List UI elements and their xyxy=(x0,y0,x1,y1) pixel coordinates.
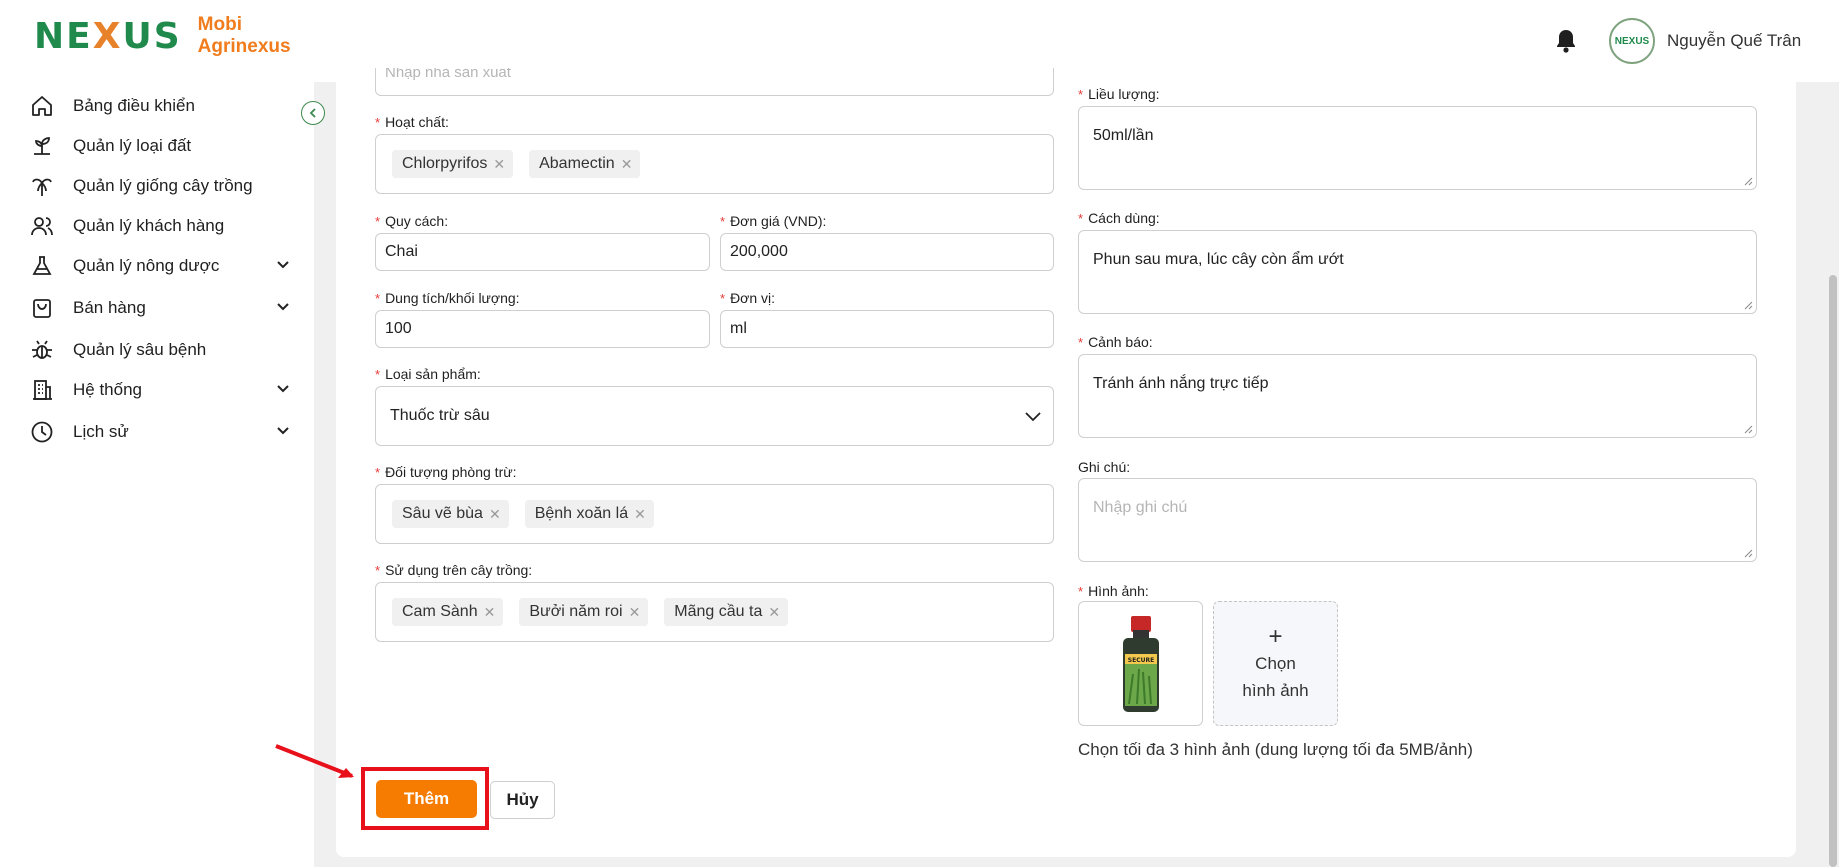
user-name[interactable]: Nguyễn Quế Trân xyxy=(1667,31,1801,51)
volume-input[interactable]: 100 xyxy=(375,310,710,348)
avatar[interactable]: NEXUS xyxy=(1609,18,1655,64)
annotation-arrow-icon xyxy=(275,744,354,778)
resize-handle-icon[interactable] xyxy=(1743,300,1753,310)
unit-price-input[interactable]: 200,000 xyxy=(720,233,1054,271)
palm-tree-icon xyxy=(32,178,52,196)
shopping-bag-icon xyxy=(33,299,51,318)
app-logo[interactable]: NEXUS Mobi Agrinexus xyxy=(34,14,291,58)
resize-handle-icon[interactable] xyxy=(1743,176,1753,186)
brand-name: Mobi Agrinexus xyxy=(197,14,291,57)
images-label: * Hình ảnh: xyxy=(1078,583,1149,599)
scrollbar-thumb[interactable] xyxy=(1829,275,1837,867)
logo-wordmark: NEXUS xyxy=(34,15,182,57)
target-pests-select[interactable]: Sâu vẽ bùa ✕ Bệnh xoăn lá ✕ xyxy=(375,484,1054,544)
crops-select[interactable]: Cam Sành ✕ Bưởi năm roi ✕ Mãng cầu ta ✕ xyxy=(375,582,1054,642)
product-type-select[interactable]: Thuốc trừ sâu xyxy=(375,386,1054,446)
active-ingredient-label: * Hoạt chất: xyxy=(375,114,449,130)
chevron-down-icon xyxy=(277,261,289,269)
product-bottle-image: SECURE xyxy=(1122,615,1159,712)
active-ingredient-select[interactable]: Chlorpyrifos ✕ Abamectin ✕ xyxy=(375,134,1054,194)
tag: Mãng cầu ta ✕ xyxy=(664,598,789,626)
bell-icon[interactable] xyxy=(1554,28,1578,54)
form-card xyxy=(336,82,1796,857)
target-pests-label: * Đối tượng phòng trừ: xyxy=(375,464,517,480)
warning-textarea[interactable]: Tránh ánh nắng trực tiếp xyxy=(1078,354,1757,438)
unit-label: * Đơn vị: xyxy=(720,290,776,306)
close-icon[interactable]: ✕ xyxy=(489,506,501,523)
unit-input[interactable]: ml xyxy=(720,310,1054,348)
close-icon[interactable]: ✕ xyxy=(768,604,780,621)
dosage-label: * Liều lượng: xyxy=(1078,86,1160,102)
close-icon[interactable]: ✕ xyxy=(634,506,646,523)
tag: Bưởi năm roi ✕ xyxy=(519,598,649,626)
unit-price-label: * Đơn giá (VND): xyxy=(720,213,827,229)
flask-icon xyxy=(32,256,52,275)
image-upload-hint: Chọn tối đa 3 hình ảnh (dung lượng tối đ… xyxy=(1078,740,1473,759)
product-image-thumbnail[interactable]: SECURE xyxy=(1078,601,1203,726)
sidebar-item-pesticides[interactable]: Quản lý nông dược xyxy=(30,252,300,280)
volume-label: * Dung tích/khối lượng: xyxy=(375,290,520,306)
sidebar-item-sales[interactable]: Bán hàng xyxy=(30,294,300,322)
crops-label: * Sử dụng trên cây trồng: xyxy=(375,562,533,578)
close-icon[interactable]: ✕ xyxy=(621,156,633,173)
soil-icon xyxy=(34,137,50,155)
chevron-down-icon xyxy=(277,385,289,393)
resize-handle-icon[interactable] xyxy=(1743,424,1753,434)
chevron-down-icon xyxy=(277,427,289,435)
bug-icon xyxy=(32,340,52,359)
sidebar-item-history[interactable]: Lịch sử xyxy=(30,418,300,446)
tag: Abamectin ✕ xyxy=(529,150,641,178)
close-icon[interactable]: ✕ xyxy=(629,604,641,621)
warning-label: * Cảnh báo: xyxy=(1078,334,1153,350)
sidebar-item-dashboard[interactable]: Bảng điều khiển xyxy=(30,92,300,120)
packaging-label: * Quy cách: xyxy=(375,213,449,229)
svg-text:SECURE: SECURE xyxy=(1127,657,1153,664)
home-icon xyxy=(32,96,52,116)
dosage-textarea[interactable]: 50ml/lần xyxy=(1078,106,1757,190)
sidebar-item-system[interactable]: Hệ thống xyxy=(30,376,300,404)
building-icon xyxy=(33,380,52,400)
upload-image-button[interactable]: + Chọn hình ảnh xyxy=(1213,601,1338,726)
manufacturer-input[interactable]: Nhập nhà sản xuất xyxy=(375,68,1054,96)
note-textarea[interactable]: Nhập ghi chú xyxy=(1078,478,1757,562)
sidebar-item-soil-types[interactable]: Quản lý loại đất xyxy=(30,132,300,160)
sidebar-item-customers[interactable]: Quản lý khách hàng xyxy=(30,212,300,240)
sidebar: Bảng điều khiển Quản lý loại đất Quản lý… xyxy=(0,82,314,867)
usage-label: * Cách dùng: xyxy=(1078,210,1160,226)
tag: Chlorpyrifos ✕ xyxy=(392,150,514,178)
close-icon[interactable]: ✕ xyxy=(484,604,496,621)
tag: Cam Sành ✕ xyxy=(392,598,504,626)
chevron-down-icon xyxy=(277,303,289,311)
tag: Sâu vẽ bùa ✕ xyxy=(392,500,509,528)
note-label: Ghi chú: xyxy=(1078,459,1131,475)
clock-icon xyxy=(31,421,53,443)
chevron-down-icon xyxy=(1025,412,1041,422)
sidebar-item-crop-varieties[interactable]: Quản lý giống cây trồng xyxy=(30,172,300,200)
submit-button[interactable]: Thêm xyxy=(376,780,477,818)
resize-handle-icon[interactable] xyxy=(1743,548,1753,558)
tag: Bệnh xoăn lá ✕ xyxy=(524,500,654,528)
cancel-button[interactable]: Hủy xyxy=(490,781,555,819)
users-icon xyxy=(31,217,53,236)
plus-icon: + xyxy=(1268,622,1283,650)
product-type-label: * Loại sản phẩm: xyxy=(375,366,481,382)
packaging-input[interactable]: Chai xyxy=(375,233,710,271)
usage-textarea[interactable]: Phun sau mưa, lúc cây còn ẩm ướt xyxy=(1078,230,1757,314)
sidebar-item-pests[interactable]: Quản lý sâu bệnh xyxy=(30,336,300,364)
close-icon[interactable]: ✕ xyxy=(493,156,505,173)
collapse-sidebar-button[interactable] xyxy=(301,101,325,125)
chevron-left-icon xyxy=(309,108,316,118)
